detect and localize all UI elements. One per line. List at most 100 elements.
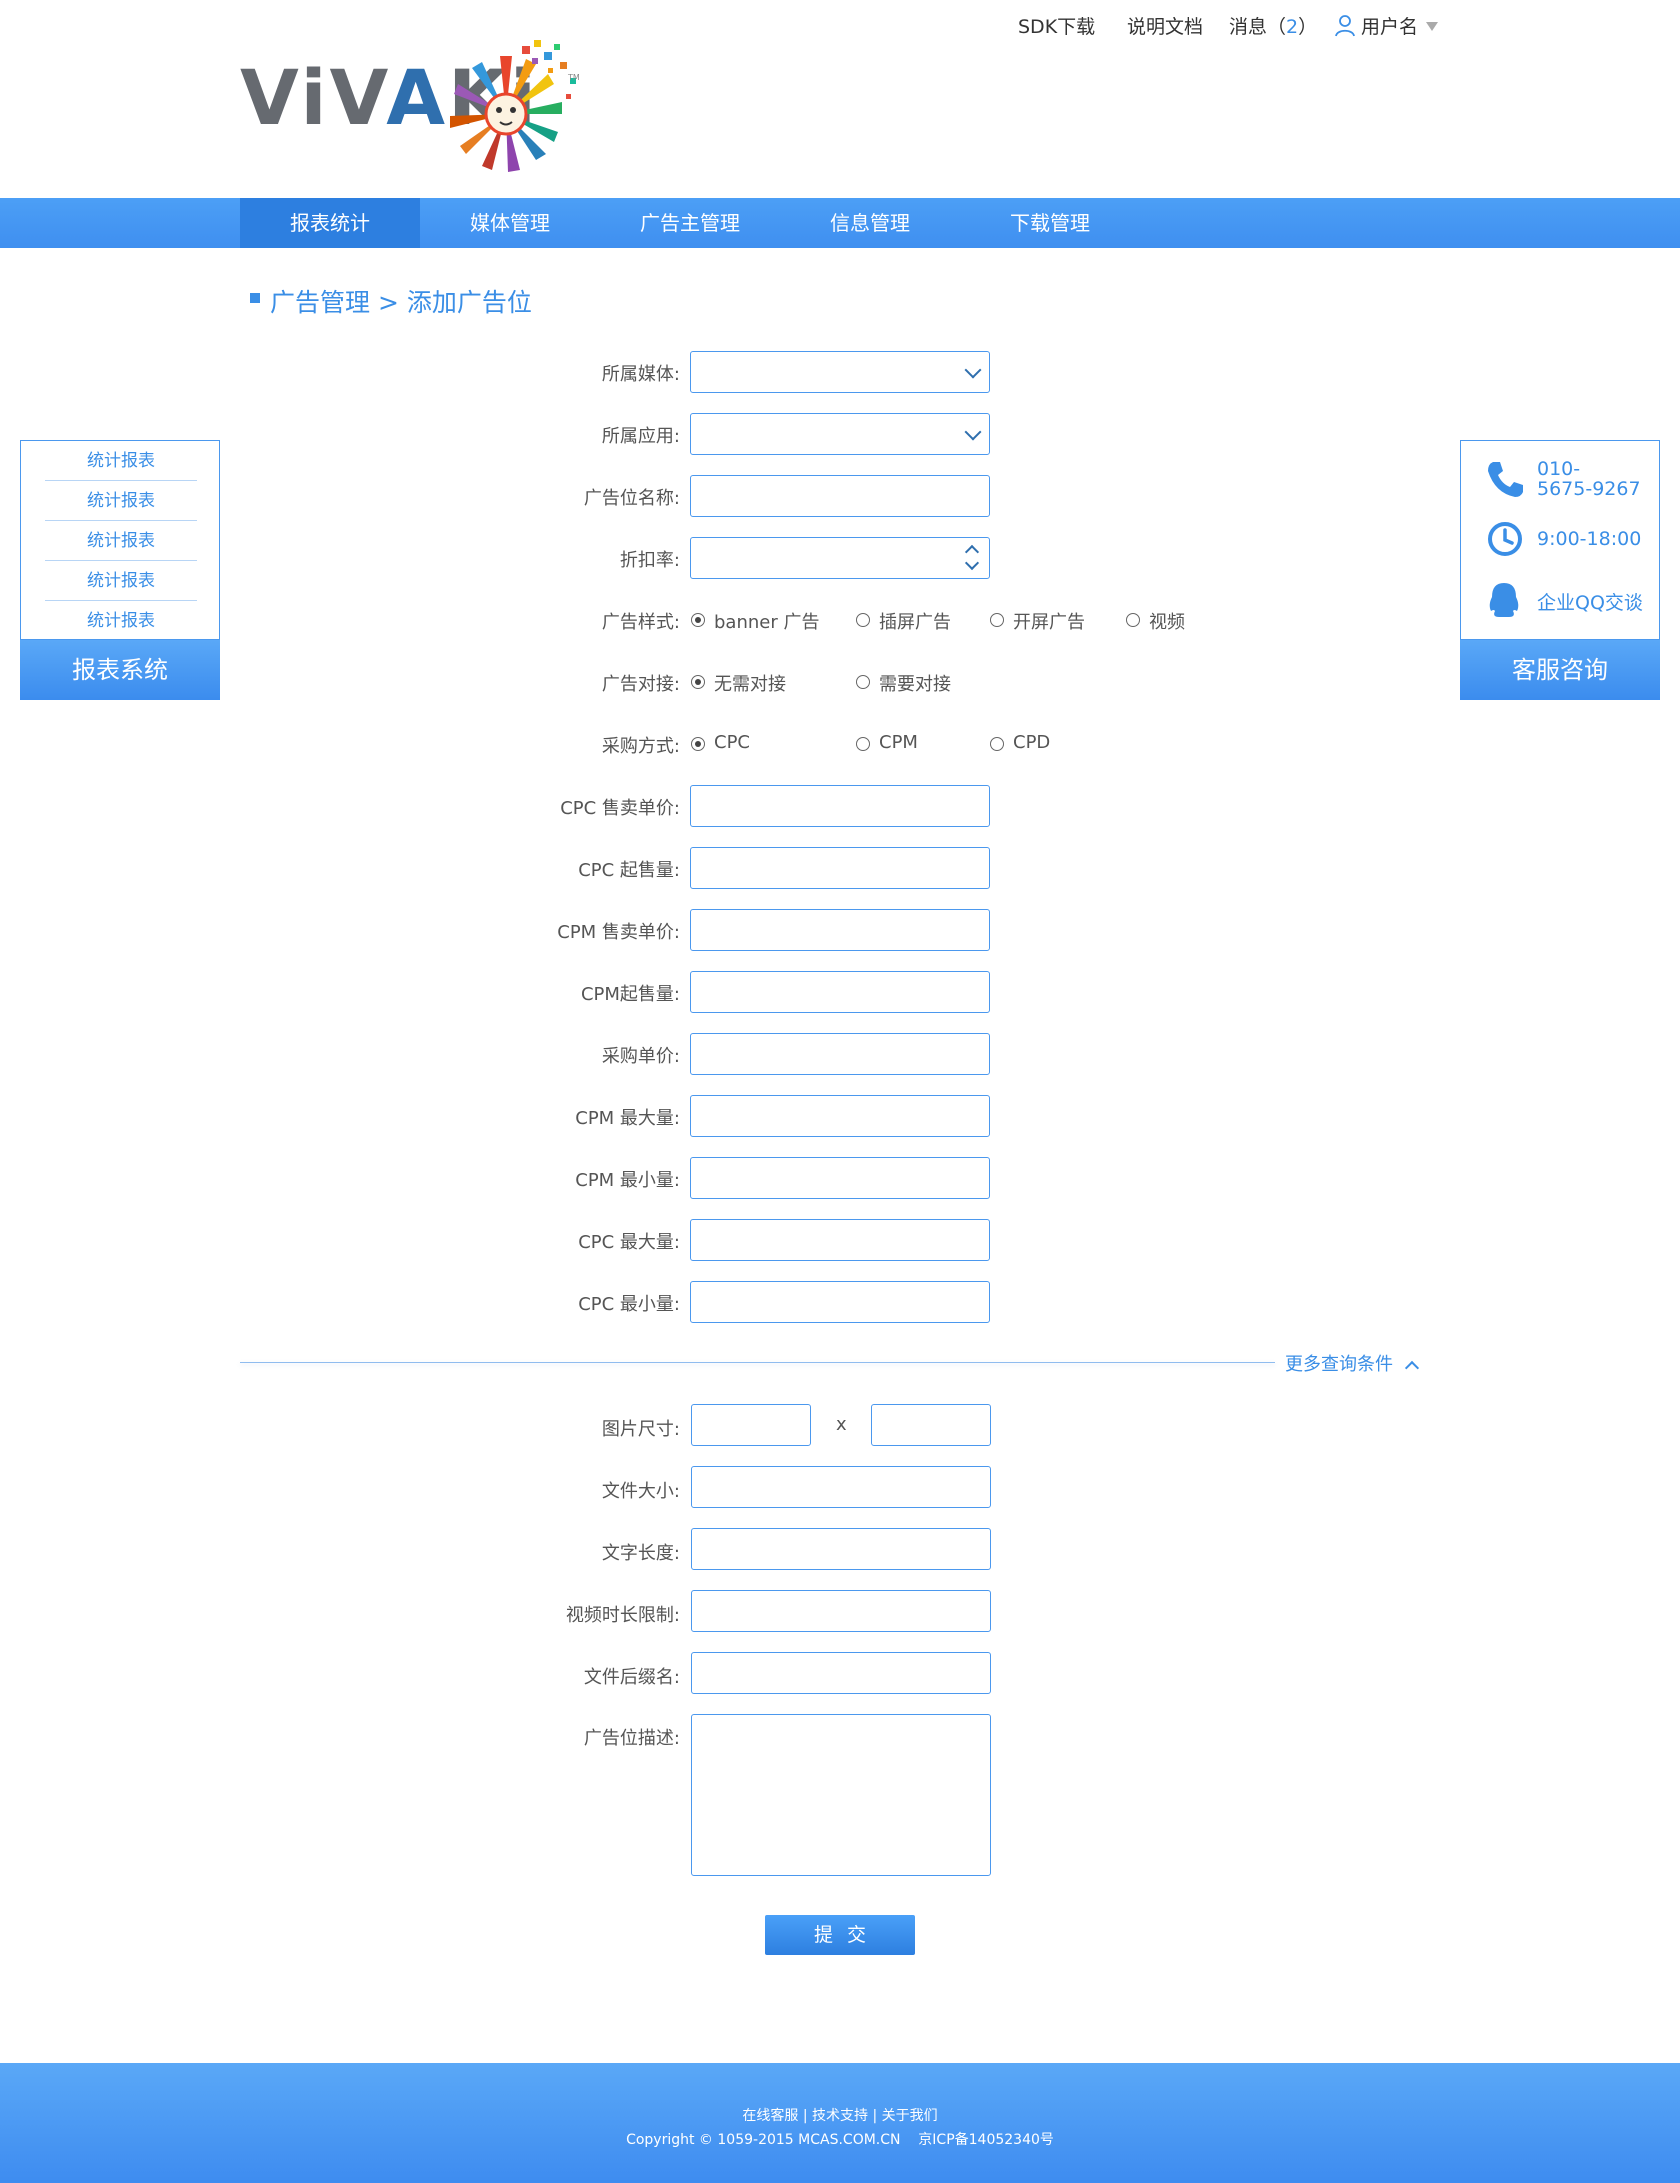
footer: 在线客服 | 技术支持 | 关于我们 Copyright © 1059-2015…: [0, 2063, 1680, 2183]
style-option-interstitial: 插屏广告: [879, 612, 951, 633]
media-select[interactable]: [690, 351, 990, 393]
customer-service-title[interactable]: 客服咨询: [1460, 640, 1660, 700]
main-nav: 报表统计 媒体管理 广告主管理 信息管理 下载管理: [0, 198, 1680, 248]
video-duration-label: 视频时长限制:: [565, 1605, 680, 1626]
breadcrumb: 广告管理 > 添加广告位: [270, 288, 532, 317]
caret-down-icon: [1426, 22, 1439, 31]
style-option-video: 视频: [1149, 612, 1185, 633]
file-size-input[interactable]: [691, 1466, 991, 1508]
purchase-label: 采购方式:: [601, 736, 680, 757]
side-link-report-1[interactable]: 统计报表: [45, 441, 197, 481]
more-conditions-label: 更多查询条件: [1285, 1354, 1393, 1375]
messages-paren-close: ）: [1298, 16, 1318, 38]
style-radio-video[interactable]: [1126, 613, 1140, 627]
side-link-report-3[interactable]: 统计报表: [45, 521, 197, 561]
file-size-label: 文件大小:: [601, 1481, 680, 1502]
user-menu[interactable]: 用户名: [1335, 12, 1439, 39]
purchase-option-cpm: CPM: [879, 732, 918, 753]
service-hours: 9:00-18:00: [1537, 528, 1642, 550]
style-option-splash: 开屏广告: [1013, 612, 1085, 633]
nav-item-reports[interactable]: 报表统计: [240, 198, 420, 248]
service-phone-line-1: 010-: [1537, 458, 1581, 480]
text-length-input[interactable]: [691, 1528, 991, 1570]
purchase-option-cpc: CPC: [714, 732, 750, 753]
image-size-label: 图片尺寸:: [601, 1419, 680, 1440]
cpm-max-label: CPM 最大量:: [575, 1108, 680, 1129]
submit-button[interactable]: 提交: [765, 1915, 915, 1955]
cpm-min-sale-label: CPM起售量:: [580, 984, 680, 1005]
nav-item-downloads[interactable]: 下载管理: [960, 198, 1140, 248]
style-label: 广告样式:: [601, 612, 680, 633]
cpc-price-input[interactable]: [690, 785, 990, 827]
cpc-min-input[interactable]: [690, 1281, 990, 1323]
purchase-radio-cpm[interactable]: [856, 737, 870, 751]
description-label: 广告位描述:: [583, 1728, 680, 1749]
nav-item-media[interactable]: 媒体管理: [420, 198, 600, 248]
phone-icon: [1488, 462, 1523, 497]
purchase-option-cpd: CPD: [1013, 732, 1051, 753]
username: 用户名: [1361, 16, 1419, 38]
cpm-min-sale-input[interactable]: [690, 971, 990, 1013]
section-divider: [240, 1362, 1275, 1363]
dock-radio-none[interactable]: [691, 675, 705, 689]
chevron-down-icon[interactable]: [964, 555, 980, 571]
size-separator: x: [836, 1414, 847, 1435]
side-link-report-4[interactable]: 统计报表: [45, 561, 197, 601]
dock-label: 广告对接:: [601, 674, 680, 695]
media-label: 所属媒体:: [601, 364, 680, 385]
purchase-radio-cpc[interactable]: [691, 737, 705, 751]
image-width-input[interactable]: [691, 1404, 811, 1446]
footer-links[interactable]: 在线客服 | 技术支持 | 关于我们: [0, 2105, 1680, 2125]
side-link-report-5[interactable]: 统计报表: [45, 601, 197, 641]
purchase-radio-cpd[interactable]: [990, 737, 1004, 751]
cpm-min-input[interactable]: [690, 1157, 990, 1199]
discount-label: 折扣率:: [619, 550, 680, 571]
style-radio-banner[interactable]: [691, 613, 705, 627]
file-suffix-input[interactable]: [691, 1652, 991, 1694]
more-conditions-toggle[interactable]: 更多查询条件: [1285, 1350, 1420, 1376]
messages-paren-open: （: [1267, 16, 1287, 38]
style-radio-splash[interactable]: [990, 613, 1004, 627]
svg-text:TM: TM: [567, 73, 580, 82]
report-system-panel: 统计报表 统计报表 统计报表 统计报表 统计报表: [20, 440, 220, 640]
cpm-max-input[interactable]: [690, 1095, 990, 1137]
vivaki-lion-logo: TM: [450, 40, 580, 172]
docs-link[interactable]: 说明文档: [1127, 12, 1203, 39]
video-duration-input[interactable]: [691, 1590, 991, 1632]
slot-name-input[interactable]: [690, 475, 990, 517]
side-link-report-2[interactable]: 统计报表: [45, 481, 197, 521]
cpc-min-sale-input[interactable]: [690, 847, 990, 889]
report-system-title[interactable]: 报表系统: [20, 640, 220, 700]
footer-copyright: Copyright © 1059-2015 MCAS.COM.CN 京ICP备1…: [626, 2132, 1054, 2148]
clock-icon: [1488, 522, 1522, 556]
breadcrumb-marker: [250, 293, 260, 303]
discount-stepper[interactable]: [690, 537, 990, 579]
purchase-price-input[interactable]: [690, 1033, 990, 1075]
file-suffix-label: 文件后缀名:: [583, 1667, 680, 1688]
messages-link[interactable]: 消息（2）: [1229, 12, 1317, 39]
cpc-min-sale-label: CPC 起售量:: [578, 860, 680, 881]
chevron-up-icon: [1404, 1360, 1420, 1376]
messages-label: 消息: [1229, 16, 1268, 38]
style-option-banner: banner 广告: [714, 612, 820, 633]
user-icon: [1335, 15, 1355, 37]
dock-radio-required[interactable]: [856, 675, 870, 689]
cpm-price-label: CPM 售卖单价:: [557, 922, 680, 943]
cpc-price-label: CPC 售卖单价:: [560, 798, 680, 819]
cpc-max-input[interactable]: [690, 1219, 990, 1261]
app-label: 所属应用:: [601, 426, 680, 447]
nav-item-info[interactable]: 信息管理: [780, 198, 960, 248]
service-qq-chat[interactable]: 企业QQ交谈: [1537, 593, 1643, 614]
style-radio-interstitial[interactable]: [856, 613, 870, 627]
cpc-max-label: CPC 最大量:: [578, 1232, 680, 1253]
app-select[interactable]: [690, 413, 990, 455]
image-height-input[interactable]: [871, 1404, 991, 1446]
nav-item-advertisers[interactable]: 广告主管理: [600, 198, 780, 248]
customer-service-panel: 010- 5675-9267 9:00-18:00 企业QQ交谈: [1460, 440, 1660, 640]
sdk-download-link[interactable]: SDK下载: [1018, 12, 1095, 39]
cpm-price-input[interactable]: [690, 909, 990, 951]
chevron-down-icon: [964, 361, 982, 379]
description-textarea[interactable]: [691, 1714, 991, 1876]
text-length-label: 文字长度:: [601, 1543, 680, 1564]
cpm-min-label: CPM 最小量:: [575, 1170, 680, 1191]
